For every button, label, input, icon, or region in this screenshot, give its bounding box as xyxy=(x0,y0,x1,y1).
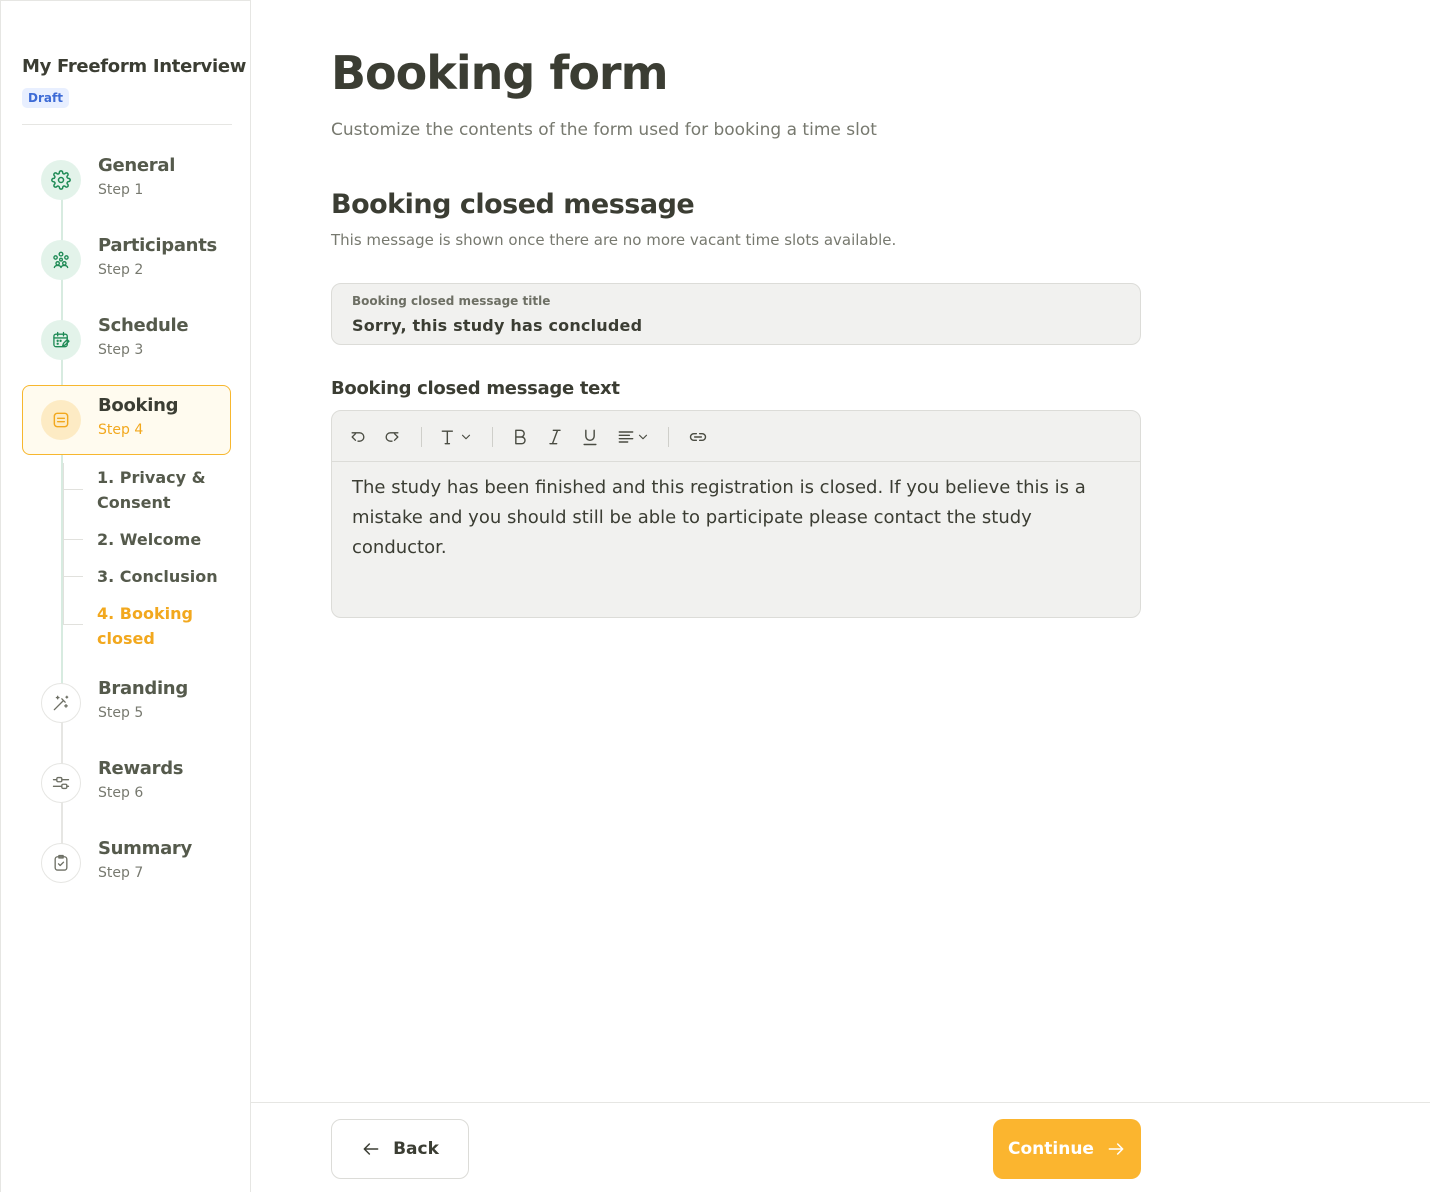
chevron-down-icon xyxy=(461,434,471,440)
sidebar-step-participants[interactable]: Participants Step 2 xyxy=(22,225,231,295)
status-badge: Draft xyxy=(22,88,69,108)
sidebar-step-general[interactable]: General Step 1 xyxy=(22,145,231,215)
editor-toolbar xyxy=(332,411,1140,462)
align-dropdown[interactable] xyxy=(613,425,653,449)
bold-button[interactable] xyxy=(508,425,532,449)
substep-connector xyxy=(63,576,83,577)
closed-message-title-field[interactable]: Booking closed message title Sorry, this… xyxy=(331,283,1141,345)
step-number: Step 4 xyxy=(98,422,144,438)
substep-welcome[interactable]: 2. Welcome xyxy=(97,527,227,552)
step-name: Participants xyxy=(98,235,217,256)
form-icon xyxy=(41,400,81,440)
step-number: Step 1 xyxy=(98,182,144,198)
chevron-down-icon xyxy=(638,434,648,440)
closed-message-text-input[interactable]: The study has been finished and this reg… xyxy=(352,473,1122,563)
underline-icon xyxy=(583,429,597,446)
undo-button[interactable] xyxy=(346,425,370,449)
italic-button[interactable] xyxy=(543,425,567,449)
back-label: Back xyxy=(393,1139,439,1159)
back-button[interactable]: Back xyxy=(331,1119,469,1179)
closed-message-title-input[interactable]: Sorry, this study has concluded xyxy=(352,316,642,335)
substep-booking-closed[interactable]: 4. Booking closed xyxy=(97,601,227,651)
substep-connector xyxy=(63,624,83,625)
bold-icon xyxy=(515,429,526,445)
substep-conclusion[interactable]: 3. Conclusion xyxy=(97,564,227,589)
align-left-icon xyxy=(618,431,634,443)
continue-label: Continue xyxy=(1008,1139,1094,1159)
footer-bar: Back Continue xyxy=(251,1102,1430,1192)
substep-connector xyxy=(63,489,83,490)
sidebar-step-rewards[interactable]: Rewards Step 6 xyxy=(22,748,231,818)
redo-button[interactable] xyxy=(380,425,404,449)
sidebar-step-summary[interactable]: Summary Step 7 xyxy=(22,828,231,898)
step-name: Booking xyxy=(98,395,179,416)
sliders-icon xyxy=(41,763,81,803)
calendar-icon xyxy=(41,320,81,360)
toolbar-separator xyxy=(492,427,493,447)
substep-privacy-consent[interactable]: 1. Privacy & Consent xyxy=(97,465,227,515)
section-title: Booking closed message xyxy=(331,189,695,220)
main-content: Booking form Customize the contents of t… xyxy=(251,0,1430,1192)
people-icon xyxy=(41,240,81,280)
link-button[interactable] xyxy=(685,425,711,449)
italic-icon xyxy=(549,429,561,445)
toolbar-separator xyxy=(421,427,422,447)
step-name: Schedule xyxy=(98,315,189,336)
sidebar-step-booking[interactable]: Booking Step 4 xyxy=(22,385,231,455)
sidebar-step-branding[interactable]: Branding Step 5 xyxy=(22,668,231,738)
sidebar-step-schedule[interactable]: Schedule Step 3 xyxy=(22,305,231,375)
field-label: Booking closed message title xyxy=(352,294,551,308)
underline-button[interactable] xyxy=(578,425,602,449)
magic-wand-icon xyxy=(41,683,81,723)
step-number: Step 3 xyxy=(98,342,144,358)
redo-icon xyxy=(385,432,399,442)
continue-button[interactable]: Continue xyxy=(993,1119,1141,1179)
section-description: This message is shown once there are no … xyxy=(331,231,897,249)
toolbar-separator xyxy=(668,427,669,447)
clipboard-check-icon xyxy=(41,843,81,883)
gear-icon xyxy=(41,160,81,200)
closed-message-text-editor[interactable]: The study has been finished and this reg… xyxy=(331,410,1141,618)
substep-rail xyxy=(63,463,64,625)
step-name: Branding xyxy=(98,678,188,699)
arrow-left-icon xyxy=(363,1143,379,1155)
text-type-icon xyxy=(441,430,454,445)
arrow-right-icon xyxy=(1108,1143,1124,1155)
step-number: Step 7 xyxy=(98,865,144,881)
step-name: General xyxy=(98,155,176,176)
link-icon xyxy=(689,432,707,442)
substep-connector xyxy=(63,539,83,540)
page-description: Customize the contents of the form used … xyxy=(331,120,877,140)
sidebar-divider xyxy=(22,124,232,125)
editor-label: Booking closed message text xyxy=(331,378,620,399)
step-name: Rewards xyxy=(98,758,184,779)
step-name: Summary xyxy=(98,838,192,859)
step-number: Step 6 xyxy=(98,785,144,801)
page-title: Booking form xyxy=(331,46,669,100)
undo-icon xyxy=(351,432,365,442)
step-number: Step 5 xyxy=(98,705,144,721)
sidebar: My Freeform Interview Draft General Step… xyxy=(0,0,251,1192)
text-style-dropdown[interactable] xyxy=(436,425,476,449)
step-number: Step 2 xyxy=(98,262,144,278)
study-title: My Freeform Interview xyxy=(22,56,247,77)
